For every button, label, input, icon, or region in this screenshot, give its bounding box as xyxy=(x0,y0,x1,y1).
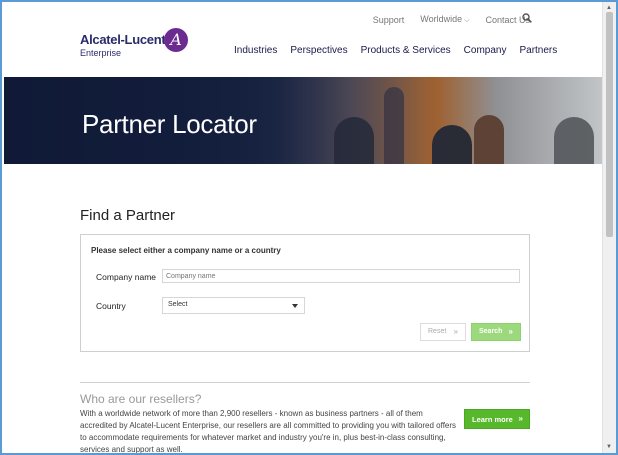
search-label: Search xyxy=(479,328,503,335)
reset-label: Reset xyxy=(428,328,447,335)
double-chevron-right-icon: » xyxy=(518,414,523,423)
page-title: Partner Locator xyxy=(82,109,257,139)
company-name-input[interactable] xyxy=(162,269,520,283)
company-name-label: Company name xyxy=(96,272,157,282)
logo-name: Alcatel-Lucent xyxy=(80,32,166,47)
country-label: Country xyxy=(96,301,126,311)
nav-item-partners[interactable]: Partners xyxy=(519,45,557,56)
site-header: Support Worldwide ⌵ Contact Us Alcatel-Lu… xyxy=(2,2,602,77)
worldwide-dropdown[interactable]: Worldwide ⌵ xyxy=(420,14,469,25)
resellers-description: With a worldwide network of more than 2,… xyxy=(80,409,457,454)
find-partner-heading: Find a Partner xyxy=(80,207,176,224)
scroll-down-arrow-icon[interactable]: ▼ xyxy=(606,444,612,450)
form-instruction: Please select either a company name or a… xyxy=(91,246,281,255)
utility-nav: Support Worldwide ⌵ Contact Us xyxy=(373,14,530,25)
double-chevron-right-icon: » xyxy=(508,327,513,336)
logo-subtitle: Enterprise xyxy=(80,48,122,58)
main-nav: Industries Perspectives Products & Servi… xyxy=(234,45,557,56)
chevron-down-icon: ⌵ xyxy=(464,17,470,24)
partner-search-form: Please select either a company name or a… xyxy=(80,234,530,352)
learn-more-button[interactable]: Learn more » xyxy=(464,409,530,429)
learn-more-label: Learn more xyxy=(472,415,513,424)
worldwide-label: Worldwide xyxy=(420,14,463,24)
scroll-up-arrow-icon[interactable]: ▲ xyxy=(606,5,612,11)
nav-item-perspectives[interactable]: Perspectives xyxy=(290,45,347,56)
search-icon[interactable] xyxy=(522,13,532,23)
logo-mark-icon: A xyxy=(164,28,188,52)
search-button[interactable]: Search » xyxy=(471,323,521,341)
section-divider xyxy=(80,382,530,383)
double-chevron-right-icon: » xyxy=(453,327,458,336)
nav-item-company[interactable]: Company xyxy=(464,45,507,56)
country-select-value: Select xyxy=(168,301,188,308)
hero-banner: Partner Locator xyxy=(4,77,604,164)
vertical-scrollbar[interactable]: ▲ ▼ xyxy=(602,2,616,453)
nav-item-products-services[interactable]: Products & Services xyxy=(361,45,451,56)
browser-window: Support Worldwide ⌵ Contact Us Alcatel-Lu… xyxy=(0,0,618,455)
scrollbar-thumb[interactable] xyxy=(606,12,613,237)
brand-logo[interactable]: Alcatel-Lucent Enterprise A xyxy=(80,28,188,58)
caret-down-icon xyxy=(292,304,298,308)
resellers-heading: Who are our resellers? xyxy=(80,392,202,406)
support-link[interactable]: Support xyxy=(373,15,405,25)
reset-button[interactable]: Reset » xyxy=(420,323,466,341)
nav-item-industries[interactable]: Industries xyxy=(234,45,277,56)
country-select[interactable]: Select xyxy=(162,297,305,314)
